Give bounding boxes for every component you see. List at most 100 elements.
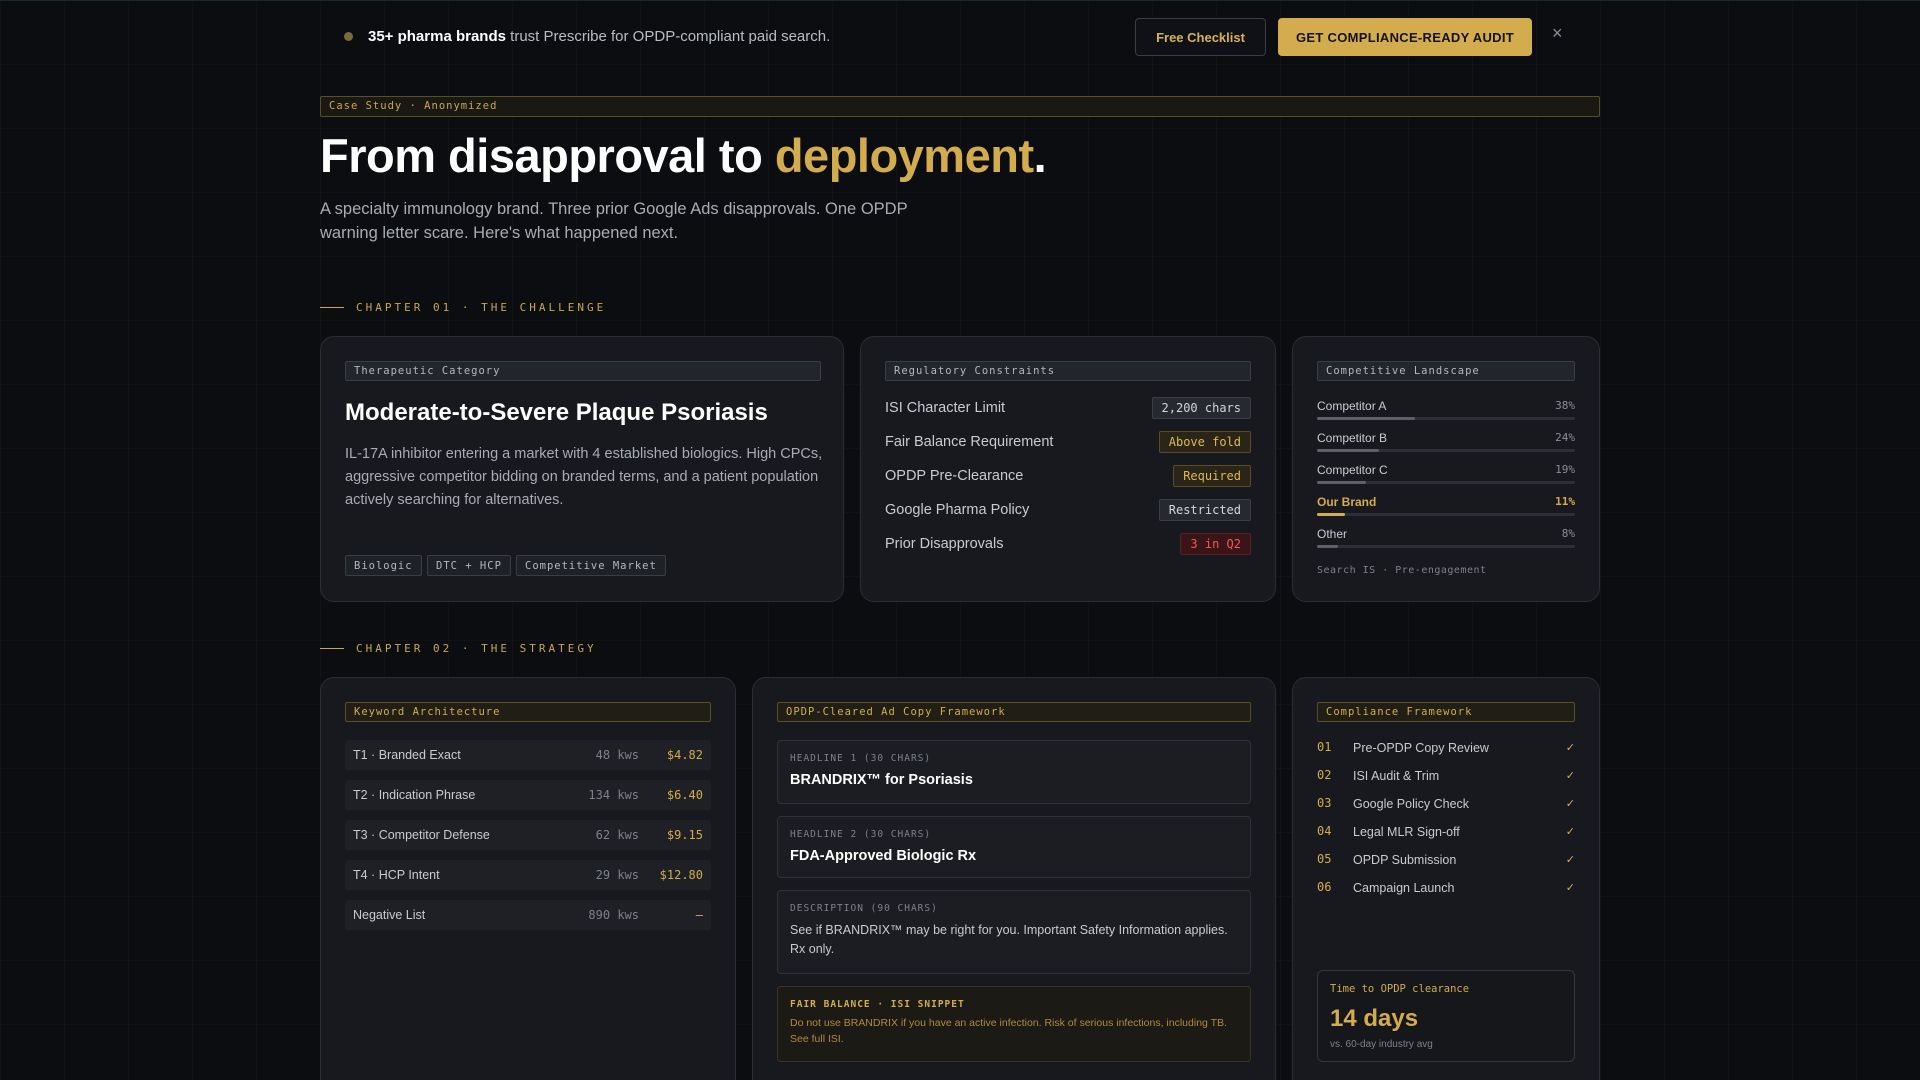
regulatory-label: Fair Balance Requirement <box>885 434 1054 450</box>
competitor-share: 19% <box>1555 463 1575 476</box>
competitive-card: Competitive Landscape Competitor A 38% C… <box>1292 336 1600 602</box>
step-number: 01 <box>1317 740 1332 754</box>
compliance-step: 03 Google Policy Check ✓ <box>1317 795 1575 813</box>
free-checklist-button[interactable]: Free Checklist <box>1135 18 1266 56</box>
clearance-subtext: vs. 60-day industry avg <box>1330 1039 1433 1050</box>
competitor-bar: Other 8% <box>1317 527 1575 553</box>
share-fill <box>1317 545 1338 548</box>
step-number: 06 <box>1317 880 1332 894</box>
keyword-count: 890 kws <box>588 908 639 922</box>
competitor-bar: Competitor C 19% <box>1317 463 1575 489</box>
step-label: Legal MLR Sign-off <box>1353 825 1460 839</box>
isi-snippet-box: FAIR BALANCE · ISI SNIPPET Do not use BR… <box>777 986 1251 1062</box>
keyword-row: T4 · HCP Intent 29 kws $12.80 <box>345 860 711 890</box>
compliance-card: Compliance Framework 01 Pre-OPDP Copy Re… <box>1292 677 1600 1080</box>
compliance-step: 06 Campaign Launch ✓ <box>1317 879 1575 897</box>
compliance-tag: Compliance Framework <box>1317 702 1575 722</box>
regulatory-row: OPDP Pre-Clearance Required <box>885 465 1251 487</box>
compliance-step: 02 ISI Audit & Trim ✓ <box>1317 767 1575 785</box>
check-icon: ✓ <box>1565 770 1575 782</box>
competitor-name: Our Brand <box>1317 495 1377 509</box>
title-text: From disapproval to <box>320 129 775 182</box>
regulatory-value: 2,200 chars <box>1151 397 1251 419</box>
keyword-row: T3 · Competitor Defense 62 kws $9.15 <box>345 820 711 850</box>
regulatory-label: OPDP Pre-Clearance <box>885 468 1024 484</box>
share-track <box>1317 417 1575 420</box>
chapter-1-label: CHAPTER 01 · THE CHALLENGE <box>356 301 607 314</box>
regulatory-value: Above fold <box>1158 431 1251 453</box>
competitor-share: 11% <box>1555 495 1575 508</box>
keyword-count: 134 kws <box>588 788 639 802</box>
keyword-count: 62 kws <box>595 828 639 842</box>
regulatory-tag: Regulatory Constraints <box>885 361 1251 381</box>
check-icon: ✓ <box>1565 742 1575 754</box>
share-fill <box>1317 481 1367 484</box>
step-label: ISI Audit & Trim <box>1353 769 1440 783</box>
step-label: Pre-OPDP Copy Review <box>1353 741 1489 755</box>
keyword-tier: T1 · Branded Exact <box>353 748 461 762</box>
chip-dtc-hcp: DTC + HCP <box>427 555 511 576</box>
ad-copy-tag: OPDP-Cleared Ad Copy Framework <box>777 702 1251 722</box>
compliance-step: 05 OPDP Submission ✓ <box>1317 851 1575 869</box>
chapter-rule <box>320 307 344 308</box>
regulatory-row: Fair Balance Requirement Above fold <box>885 431 1251 453</box>
step-number: 02 <box>1317 768 1332 782</box>
headline-2-box: HEADLINE 2 (30 CHARS) FDA-Approved Biolo… <box>777 816 1251 878</box>
keyword-count: 48 kws <box>595 748 639 762</box>
competitor-name: Competitor A <box>1317 399 1387 413</box>
competitive-tag: Competitive Landscape <box>1317 361 1575 381</box>
keyword-cpc: — <box>695 908 703 922</box>
keyword-tier: T4 · HCP Intent <box>353 868 440 882</box>
isi-caption: FAIR BALANCE · ISI SNIPPET <box>790 999 965 1010</box>
chip-biologic: Biologic <box>345 555 422 576</box>
competitor-bar: Competitor A 38% <box>1317 399 1575 425</box>
clearance-value: 14 days <box>1330 1005 1419 1032</box>
keyword-cpc: $12.80 <box>659 868 703 882</box>
keyword-row: Negative List 890 kws — <box>345 900 711 930</box>
share-track <box>1317 513 1575 516</box>
case-study-eyebrow: Case Study · Anonymized <box>320 96 1600 117</box>
check-icon: ✓ <box>1565 826 1575 838</box>
keyword-row: T1 · Branded Exact 48 kws $4.82 <box>345 740 711 770</box>
title-accent: deployment <box>774 129 1034 182</box>
compliance-audit-button[interactable]: GET COMPLIANCE-READY AUDIT <box>1278 18 1532 56</box>
headline-2-text: FDA-Approved Biologic Rx <box>790 848 977 864</box>
description-text: See if BRANDRIX™ may be right for you. I… <box>790 923 1228 956</box>
announcement-banner: 35+ pharma brands trust Prescribe for OP… <box>0 0 1920 70</box>
regulatory-row: ISI Character Limit 2,200 chars <box>885 397 1251 419</box>
share-fill <box>1317 449 1379 452</box>
chapter-2-heading: CHAPTER 02 · THE STRATEGY <box>320 642 597 655</box>
keyword-count: 29 kws <box>595 868 639 882</box>
keyword-cpc: $9.15 <box>666 828 703 842</box>
close-icon[interactable]: × <box>1552 23 1563 44</box>
competitor-name: Competitor B <box>1317 431 1388 445</box>
banner-text: trust Prescribe for OPDP-compliant paid … <box>505 28 831 45</box>
step-label: Google Policy Check <box>1353 797 1470 811</box>
isi-text: Do not use BRANDRIX if you have an activ… <box>790 1017 1227 1045</box>
share-fill <box>1317 513 1346 516</box>
headline-1-caption: HEADLINE 1 (30 CHARS) <box>790 753 932 764</box>
description-box: DESCRIPTION (90 CHARS) See if BRANDRIX™ … <box>777 890 1251 974</box>
regulatory-label: Prior Disapprovals <box>885 536 1004 552</box>
competitor-name: Competitor C <box>1317 463 1388 477</box>
keyword-card: Keyword Architecture T1 · Branded Exact … <box>320 677 736 1080</box>
therapeutic-tag: Therapeutic Category <box>345 361 821 381</box>
chapter-1-heading: CHAPTER 01 · THE CHALLENGE <box>320 301 606 314</box>
keyword-cpc: $4.82 <box>666 748 703 762</box>
step-label: Campaign Launch <box>1353 881 1455 895</box>
therapeutic-title: Moderate-to-Severe Plaque Psoriasis <box>345 399 768 426</box>
competitor-bar: Competitor B 24% <box>1317 431 1575 457</box>
banner-highlight: 35+ pharma brands <box>368 28 506 45</box>
regulatory-value: Restricted <box>1158 499 1251 521</box>
therapeutic-description: IL-17A inhibitor entering a market with … <box>345 446 823 508</box>
competitor-share: 38% <box>1555 399 1575 412</box>
step-number: 04 <box>1317 824 1332 838</box>
share-track <box>1317 449 1575 452</box>
regulatory-value: Required <box>1173 465 1251 487</box>
keyword-tier: Negative List <box>353 908 426 922</box>
check-icon: ✓ <box>1565 798 1575 810</box>
page-title: From disapproval to deployment. <box>320 128 1047 183</box>
check-icon: ✓ <box>1565 882 1575 894</box>
regulatory-row: Prior Disapprovals 3 in Q2 <box>885 533 1251 555</box>
keyword-row: T2 · Indication Phrase 134 kws $6.40 <box>345 780 711 810</box>
